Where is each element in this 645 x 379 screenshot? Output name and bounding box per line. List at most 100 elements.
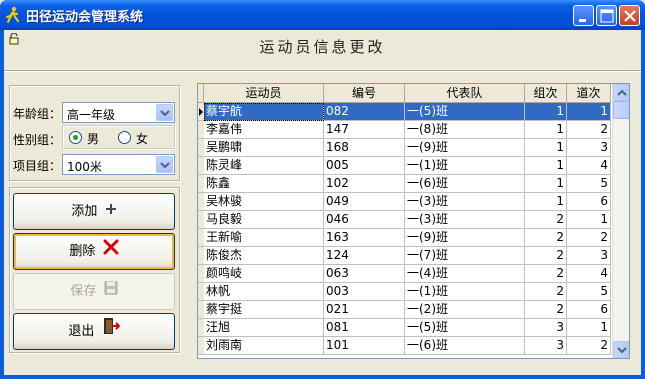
maximize-button[interactable] (596, 5, 617, 26)
cell-name[interactable]: 颜鸣岐 (204, 265, 324, 283)
cell-team[interactable]: 一(9)班 (405, 229, 525, 247)
cell-name[interactable]: 陈鑫 (204, 175, 324, 193)
cell-group[interactable]: 2 (525, 247, 567, 265)
table-row[interactable]: 陈俊杰 124 一(7)班 2 3 (198, 247, 611, 265)
column-header-number[interactable]: 编号 (324, 84, 405, 103)
cell-name[interactable]: 陈灵峰 (204, 157, 324, 175)
cell-team[interactable]: 一(7)班 (405, 247, 525, 265)
cell-lane[interactable]: 1 (567, 211, 611, 229)
table-row[interactable]: 颜鸣岐 063 一(4)班 2 4 (198, 265, 611, 283)
cell-group[interactable]: 2 (525, 229, 567, 247)
gender-male-label[interactable]: 男 (87, 130, 99, 147)
cell-group[interactable]: 1 (525, 175, 567, 193)
cell-number[interactable]: 021 (324, 301, 405, 319)
cell-lane[interactable]: 1 (567, 319, 611, 337)
cell-team[interactable]: 一(5)班 (405, 319, 525, 337)
age-group-select[interactable]: 高一年级 (62, 102, 175, 123)
cell-lane[interactable]: 6 (567, 193, 611, 211)
save-button[interactable]: 保存 (13, 273, 175, 310)
table-row[interactable]: 王新喻 163 一(9)班 2 2 (198, 229, 611, 247)
cell-team[interactable]: 一(1)班 (405, 283, 525, 301)
cell-group[interactable]: 3 (525, 319, 567, 337)
cell-number[interactable]: 124 (324, 247, 405, 265)
cell-lane[interactable]: 2 (567, 337, 611, 355)
scroll-up-button[interactable] (613, 84, 629, 101)
cell-team[interactable]: 一(5)班 (405, 103, 525, 121)
cell-lane[interactable]: 2 (567, 229, 611, 247)
table-row[interactable]: 刘雨南 101 一(6)班 3 2 (198, 337, 611, 355)
cell-lane[interactable]: 3 (567, 247, 611, 265)
gender-female-radio[interactable] (118, 131, 131, 144)
cell-team[interactable]: 一(3)班 (405, 211, 525, 229)
cell-group[interactable]: 2 (525, 211, 567, 229)
column-header-group[interactable]: 组次 (525, 84, 567, 103)
cell-lane[interactable]: 4 (567, 265, 611, 283)
cell-group[interactable]: 2 (525, 301, 567, 319)
cell-team[interactable]: 一(8)班 (405, 121, 525, 139)
table-row[interactable]: 吴鹏啸 168 一(9)班 1 3 (198, 139, 611, 157)
scroll-thumb[interactable] (613, 101, 629, 119)
table-row[interactable]: 陈灵峰 005 一(1)班 1 4 (198, 157, 611, 175)
cell-number[interactable]: 102 (324, 175, 405, 193)
cell-lane[interactable]: 4 (567, 157, 611, 175)
cell-name[interactable]: 吴林骏 (204, 193, 324, 211)
cell-group[interactable]: 1 (525, 193, 567, 211)
table-row[interactable]: 蔡宇挺 021 一(2)班 2 6 (198, 301, 611, 319)
column-header-team[interactable]: 代表队 (405, 84, 525, 103)
cell-number[interactable]: 005 (324, 157, 405, 175)
cell-number[interactable]: 046 (324, 211, 405, 229)
cell-name[interactable]: 吴鹏啸 (204, 139, 324, 157)
cell-group[interactable]: 1 (525, 121, 567, 139)
cell-name[interactable]: 李嘉伟 (204, 121, 324, 139)
cell-lane[interactable]: 1 (567, 103, 611, 121)
table-row[interactable]: 陈鑫 102 一(6)班 1 5 (198, 175, 611, 193)
table-row[interactable]: 马良毅 046 一(3)班 2 1 (198, 211, 611, 229)
cell-lane[interactable]: 2 (567, 121, 611, 139)
cell-lane[interactable]: 6 (567, 301, 611, 319)
close-button[interactable] (619, 5, 640, 26)
cell-group[interactable]: 2 (525, 283, 567, 301)
column-header-lane[interactable]: 道次 (567, 84, 611, 103)
cell-team[interactable]: 一(4)班 (405, 265, 525, 283)
cell-name[interactable]: 王新喻 (204, 229, 324, 247)
cell-number[interactable]: 147 (324, 121, 405, 139)
cell-number[interactable]: 003 (324, 283, 405, 301)
delete-button[interactable]: 删除 (13, 233, 175, 270)
cell-name[interactable]: 汪旭 (204, 319, 324, 337)
table-row[interactable]: 李嘉伟 147 一(8)班 1 2 (198, 121, 611, 139)
cell-group[interactable]: 1 (525, 139, 567, 157)
cell-group[interactable]: 1 (525, 103, 567, 121)
gender-male-radio[interactable] (69, 131, 82, 144)
cell-team[interactable]: 一(6)班 (405, 175, 525, 193)
chevron-down-icon[interactable] (156, 104, 173, 121)
athlete-grid[interactable]: 运动员 编号 代表队 组次 道次 蔡宇航 082 一(5)班 1 1 李嘉伟 147 一(8)班 1 2 吴… (197, 83, 630, 359)
cell-team[interactable]: 一(2)班 (405, 301, 525, 319)
cell-name[interactable]: 林帆 (204, 283, 324, 301)
cell-team[interactable]: 一(6)班 (405, 337, 525, 355)
cell-number[interactable]: 163 (324, 229, 405, 247)
cell-name[interactable]: 蔡宇航 (204, 103, 324, 121)
chevron-down-icon[interactable] (156, 156, 173, 173)
scroll-down-button[interactable] (613, 341, 629, 358)
cell-lane[interactable]: 5 (567, 175, 611, 193)
cell-number[interactable]: 168 (324, 139, 405, 157)
cell-name[interactable]: 蔡宇挺 (204, 301, 324, 319)
cell-name[interactable]: 刘雨南 (204, 337, 324, 355)
table-row[interactable]: 吴林骏 049 一(3)班 1 6 (198, 193, 611, 211)
table-row[interactable]: 汪旭 081 一(5)班 3 1 (198, 319, 611, 337)
cell-team[interactable]: 一(9)班 (405, 139, 525, 157)
exit-button[interactable]: 退出 (13, 313, 175, 350)
cell-group[interactable]: 3 (525, 337, 567, 355)
cell-team[interactable]: 一(3)班 (405, 193, 525, 211)
cell-group[interactable]: 2 (525, 265, 567, 283)
event-group-select[interactable]: 100米 (62, 154, 175, 175)
table-row[interactable]: 蔡宇航 082 一(5)班 1 1 (198, 103, 611, 121)
column-header-name[interactable]: 运动员 (204, 84, 324, 103)
gender-female-label[interactable]: 女 (136, 130, 148, 147)
cell-lane[interactable]: 5 (567, 283, 611, 301)
cell-team[interactable]: 一(1)班 (405, 157, 525, 175)
cell-name[interactable]: 陈俊杰 (204, 247, 324, 265)
minimize-button[interactable] (573, 5, 594, 26)
title-bar[interactable]: 田径运动会管理系统 (0, 0, 645, 30)
cell-number[interactable]: 049 (324, 193, 405, 211)
